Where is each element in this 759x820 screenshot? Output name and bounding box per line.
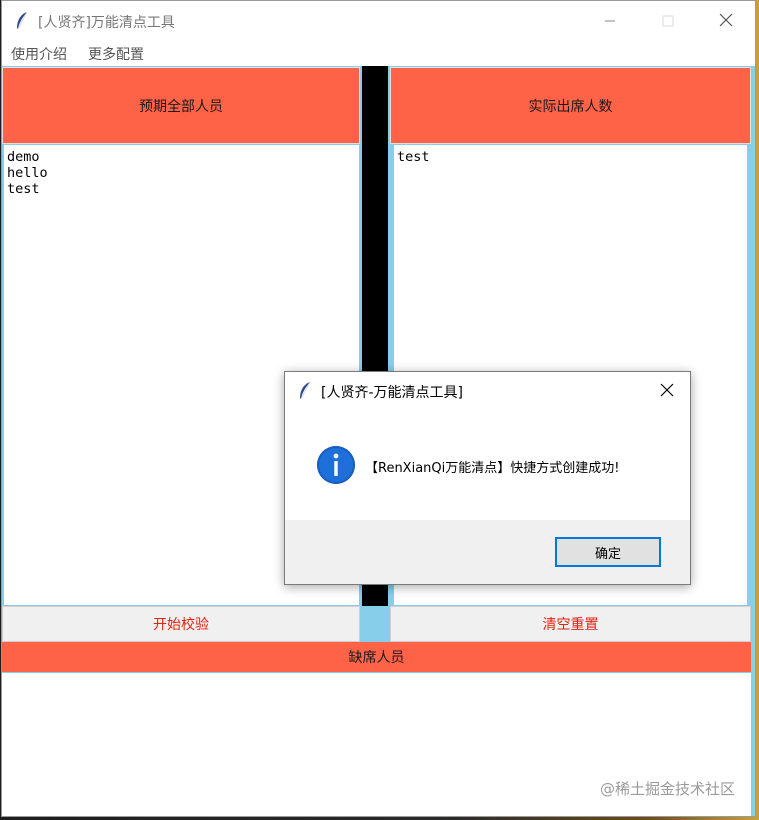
minimize-button[interactable] — [581, 1, 639, 41]
info-icon — [317, 446, 355, 484]
dialog-message: 【RenXianQi万能清点】快捷方式创建成功! — [365, 461, 620, 476]
dialog-close-button[interactable] — [650, 376, 684, 406]
feather-icon — [14, 11, 30, 31]
menu-bar: 使用介绍 更多配置 — [2, 41, 755, 66]
window-title: [人贤齐]万能清点工具 — [38, 15, 175, 31]
menu-item-more-config[interactable]: 更多配置 — [88, 44, 144, 64]
close-icon — [719, 12, 733, 31]
maximize-icon — [662, 12, 674, 31]
watermark: @稀土掘金技术社区 — [599, 780, 735, 798]
title-bar[interactable]: [人贤齐]万能清点工具 — [2, 1, 755, 41]
close-icon — [660, 382, 674, 401]
absent-header: 缺席人员 — [2, 642, 751, 672]
ok-button[interactable]: 确定 — [555, 537, 661, 567]
start-check-button[interactable]: 开始校验 — [2, 606, 360, 642]
dialog-footer: 确定 — [285, 520, 690, 584]
info-dialog: [人贤齐-万能清点工具] 【RenXianQi万能清点】快捷方式创建成功! 确定 — [284, 371, 691, 585]
minimize-icon — [604, 12, 616, 31]
actual-header: 实际出席人数 — [390, 67, 751, 144]
dialog-title: [人贤齐-万能清点工具] — [321, 385, 463, 401]
feather-icon — [297, 381, 313, 401]
maximize-button[interactable] — [639, 1, 697, 41]
expected-header: 预期全部人员 — [2, 67, 360, 144]
reset-button[interactable]: 清空重置 — [390, 606, 751, 642]
close-button[interactable] — [697, 1, 755, 41]
menu-item-intro[interactable]: 使用介绍 — [11, 44, 67, 64]
